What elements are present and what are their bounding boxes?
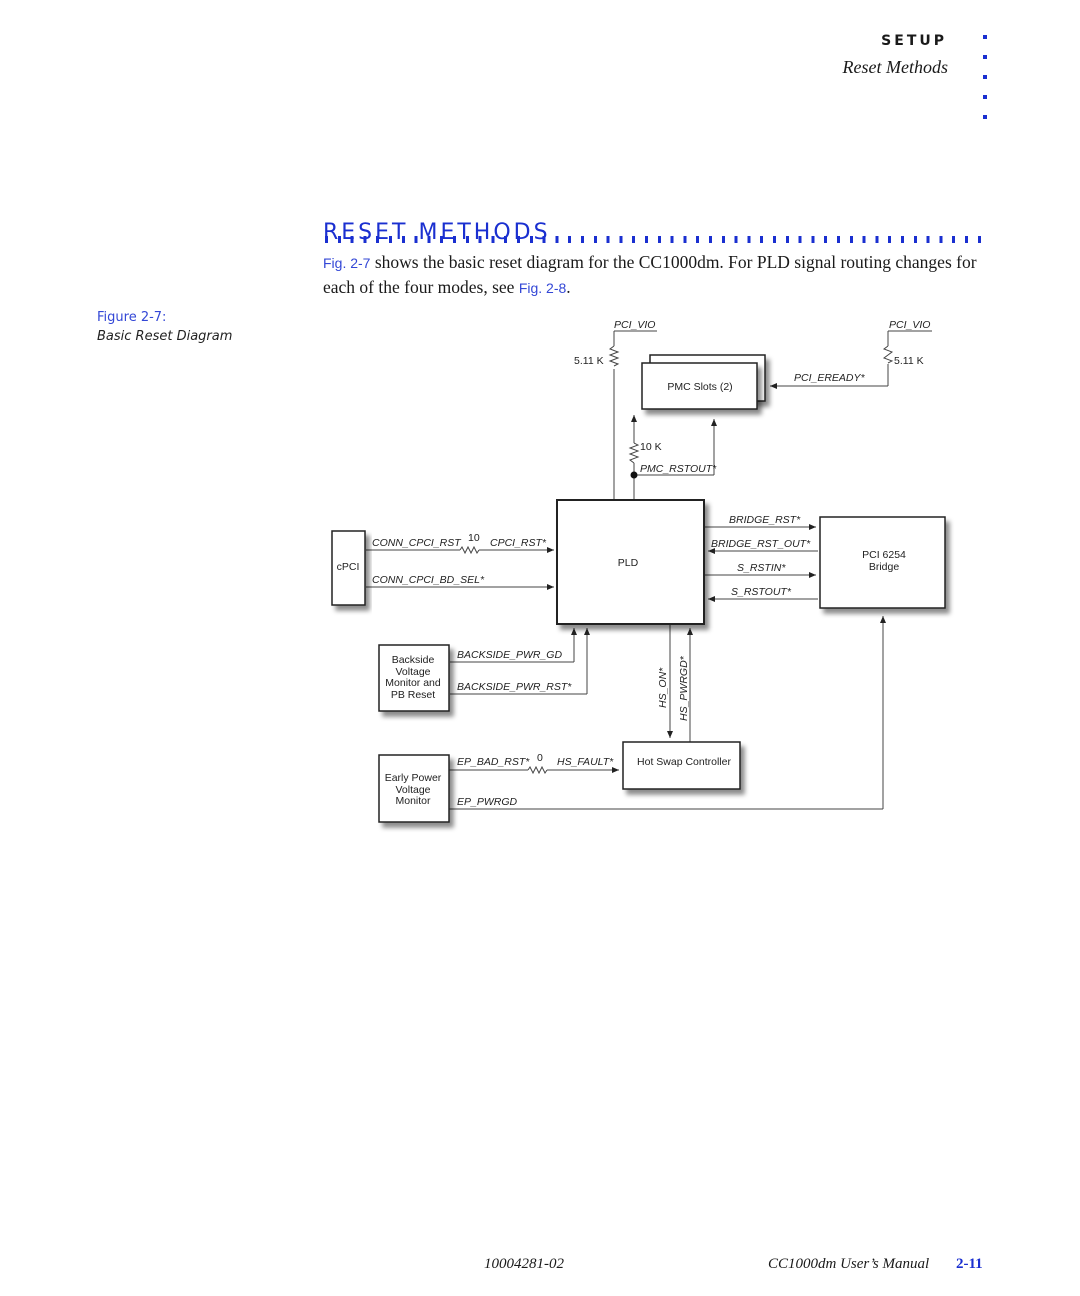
hotswap-label: Hot Swap Controller	[637, 756, 731, 768]
bridge-label-1: PCI 6254	[862, 549, 906, 561]
cpci-label: cPCI	[337, 561, 360, 573]
junction-dot	[630, 471, 638, 479]
pci-vio-right-label: PCI_VIO	[889, 319, 930, 331]
pmc-rstout-label: PMC_RSTOUT*	[640, 463, 717, 475]
pci-vio-left-label: PCI_VIO	[614, 319, 655, 331]
hs-fault-label: HS_FAULT*	[557, 756, 614, 768]
res-ep-label: 0	[537, 752, 543, 764]
bridge-label-2: Bridge	[869, 561, 900, 573]
ep-bad-rst-label: EP_BAD_RST*	[457, 756, 530, 768]
s-rstout-label: S_RSTOUT*	[731, 586, 792, 598]
res-cpci-label: 10	[468, 532, 480, 544]
backside-label-4: PB Reset	[391, 689, 435, 701]
bridge-rst-label: BRIDGE_RST*	[729, 514, 801, 526]
backside-label-1: Backside	[392, 654, 435, 666]
conn-cpci-rst-label: CONN_CPCI_RST	[372, 537, 462, 549]
res-left-label: 5.11 K	[574, 355, 604, 367]
backside-label-3: Monitor and	[385, 677, 441, 689]
early-label-3: Monitor	[395, 795, 431, 807]
ep-pwrgd-label: EP_PWRGD	[457, 796, 518, 808]
backside-pwr-rst-label: BACKSIDE_PWR_RST*	[457, 681, 572, 693]
cpci-rst-label: CPCI_RST*	[490, 537, 547, 549]
conn-cpci-bd-sel-label: CONN_CPCI_BD_SEL*	[372, 574, 485, 586]
early-label-1: Early Power	[385, 772, 442, 784]
reset-diagram: PMC Slots (2) PLD cPCI PCI 6254 Bridge B…	[331, 319, 946, 823]
res-pmc-label: 10 K	[640, 441, 662, 453]
footer-page-number: 2-11	[956, 1256, 983, 1272]
hs-pwrgd-label: HS_PWRGD*	[678, 655, 690, 721]
footer-doc-id: 10004281-02	[484, 1256, 564, 1272]
pci-eready-label: PCI_EREADY*	[794, 372, 866, 384]
footer-manual-title: CC1000dm User’s Manual	[768, 1256, 930, 1272]
s-rstin-label: S_RSTIN*	[737, 562, 786, 574]
pmc-label: PMC Slots (2)	[667, 381, 732, 393]
pld-label: PLD	[618, 557, 639, 569]
hs-on-label: HS_ON*	[657, 667, 669, 708]
backside-pwr-gd-label: BACKSIDE_PWR_GD	[457, 649, 562, 661]
res-right-label: 5.11 K	[894, 355, 924, 367]
bridge-rst-out-label: BRIDGE_RST_OUT*	[711, 538, 811, 550]
